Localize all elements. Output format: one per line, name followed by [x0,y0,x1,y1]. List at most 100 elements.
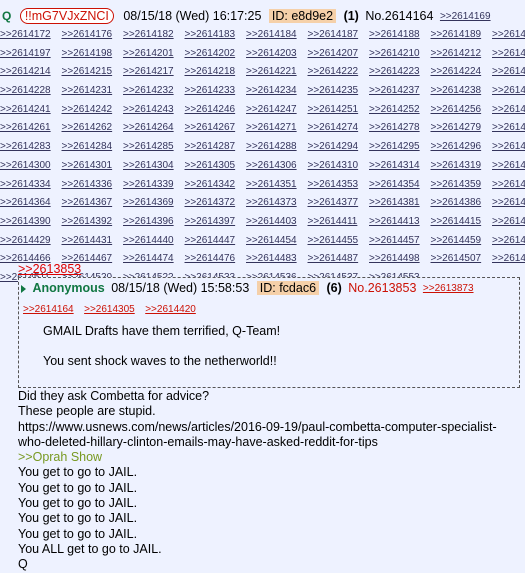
backlink[interactable]: >>2614305 [185,157,247,176]
backlink[interactable]: >>2614387 [492,194,525,213]
backlink[interactable]: >>2614247 [246,101,308,120]
backlink[interactable]: >>2614271 [246,119,308,138]
backlink[interactable]: >>2614237 [369,82,431,101]
backlink[interactable]: >>2614172 [0,26,62,45]
backlink[interactable]: >>2614233 [185,82,247,101]
backlink[interactable]: >>2614231 [62,82,124,101]
backlink[interactable]: >>2614294 [308,138,370,157]
backlink[interactable]: >>2614377 [308,194,370,213]
backlink[interactable]: >>2614201 [123,45,185,64]
inline-backlink[interactable]: >>2613873 [423,283,474,294]
backlink[interactable]: >>2614296 [431,138,493,157]
backlink[interactable]: >>2614197 [0,45,62,64]
backlink[interactable]: >>2614287 [185,138,247,157]
backlink[interactable]: >>2614369 [123,194,185,213]
backlink[interactable]: >>2614252 [369,101,431,120]
poster-id[interactable]: ID: e8d9e2 [268,9,337,23]
backlink[interactable]: >>2614283 [0,138,62,157]
backlink[interactable]: >>2614238 [431,82,493,101]
backlink[interactable]: >>2614334 [0,176,62,195]
backlink[interactable]: >>2614342 [185,176,247,195]
backlink[interactable]: >>2614217 [123,63,185,82]
backlink[interactable]: >>2614210 [369,45,431,64]
backlink[interactable]: >>2614301 [62,157,124,176]
backlink[interactable]: >>2614306 [246,157,308,176]
backlink[interactable]: >>2614232 [123,82,185,101]
backlink[interactable]: >>2614295 [369,138,431,157]
backlink[interactable]: >>2614278 [369,119,431,138]
inline-poster-id[interactable]: ID: fcdac6 [256,281,320,296]
quote-link[interactable]: >>2613853 [18,262,523,277]
backlink[interactable]: >>2614222 [308,63,370,82]
backlink[interactable]: >>2614267 [185,119,247,138]
backlink[interactable]: >>2614262 [62,119,124,138]
backlink[interactable]: >>2614190 [492,26,525,45]
backlink[interactable]: >>2614188 [369,26,431,45]
backlink[interactable]: >>2614455 [308,232,370,251]
backlink[interactable]: >>2614396 [123,213,185,232]
backlink[interactable]: >>2614212 [431,45,493,64]
backlink[interactable]: >>2614264 [123,119,185,138]
backlink[interactable]: >>2614182 [123,26,185,45]
backlink[interactable]: >>2614364 [0,194,62,213]
inline-backlink[interactable]: >>2614164 [23,304,74,315]
backlink[interactable]: >>2614228 [0,82,62,101]
backlink[interactable]: >>2614319 [431,157,493,176]
backlink[interactable]: >>2614392 [62,213,124,232]
backlink[interactable]: >>2614413 [369,213,431,232]
inline-post-number[interactable]: No.2613853 [348,281,416,295]
backlink[interactable]: >>2614246 [185,101,247,120]
backlink[interactable]: >>2614359 [431,176,493,195]
backlink[interactable]: >>2614297 [492,138,525,157]
backlink[interactable]: >>2614256 [431,101,493,120]
backlink[interactable]: >>2614288 [246,138,308,157]
backlink[interactable]: >>2614447 [185,232,247,251]
backlink[interactable]: >>2614351 [246,176,308,195]
backlink[interactable]: >>2614213 [492,45,525,64]
backlink[interactable]: >>2614224 [431,63,493,82]
backlink[interactable]: >>2614314 [369,157,431,176]
backlink[interactable]: >>2614251 [308,101,370,120]
backlink[interactable]: >>2614218 [185,63,247,82]
backlink[interactable]: >>2614390 [0,213,62,232]
backlink[interactable]: >>2614280 [492,119,525,138]
backlink[interactable]: >>2614411 [308,213,370,232]
backlink[interactable]: >>2614354 [369,176,431,195]
backlink[interactable]: >>2614463 [492,232,525,251]
backlink[interactable]: >>2614339 [123,176,185,195]
backlink[interactable]: >>2614320 [492,157,525,176]
backlink[interactable]: >>2614226 [492,63,525,82]
backlink[interactable]: >>2614415 [431,213,493,232]
backlink[interactable]: >>2614198 [62,45,124,64]
post-collapse-toggle[interactable]: Q [2,9,11,23]
backlink[interactable]: >>2614361 [492,176,525,195]
backlink[interactable]: >>2614381 [369,194,431,213]
backlink[interactable]: >>2614429 [0,232,62,251]
backlink[interactable]: >>2614304 [123,157,185,176]
backlink[interactable]: >>2614214 [0,63,62,82]
backlink[interactable]: >>2614183 [185,26,247,45]
backlink[interactable]: >>2614202 [185,45,247,64]
backlink[interactable]: >>2614457 [369,232,431,251]
inline-backlink[interactable]: >>2614420 [145,304,196,315]
backlink[interactable]: >>2614234 [246,82,308,101]
backlink[interactable]: >>2614431 [62,232,124,251]
backlink[interactable]: >>2614353 [308,176,370,195]
backlink[interactable]: >>2614274 [308,119,370,138]
backlink[interactable]: >>2614257 [492,101,525,120]
backlink[interactable]: >>2614300 [0,157,62,176]
backlink[interactable]: >>2614440 [123,232,185,251]
backlink[interactable]: >>2614203 [246,45,308,64]
inline-backlink[interactable]: >>2614305 [84,304,135,315]
backlink[interactable]: >>2614459 [431,232,493,251]
backlink[interactable]: >>2614189 [431,26,493,45]
backlink[interactable]: >>2614261 [0,119,62,138]
backlink[interactable]: >>2614243 [123,101,185,120]
backlink[interactable]: >>2614386 [431,194,493,213]
post-number-link[interactable]: No.2614164 [365,9,433,23]
backlink[interactable]: >>2614184 [246,26,308,45]
backlink[interactable]: >>2614169 [440,11,491,22]
backlink[interactable]: >>2614310 [308,157,370,176]
backlink[interactable]: >>2614336 [62,176,124,195]
backlink[interactable]: >>2614242 [62,101,124,120]
